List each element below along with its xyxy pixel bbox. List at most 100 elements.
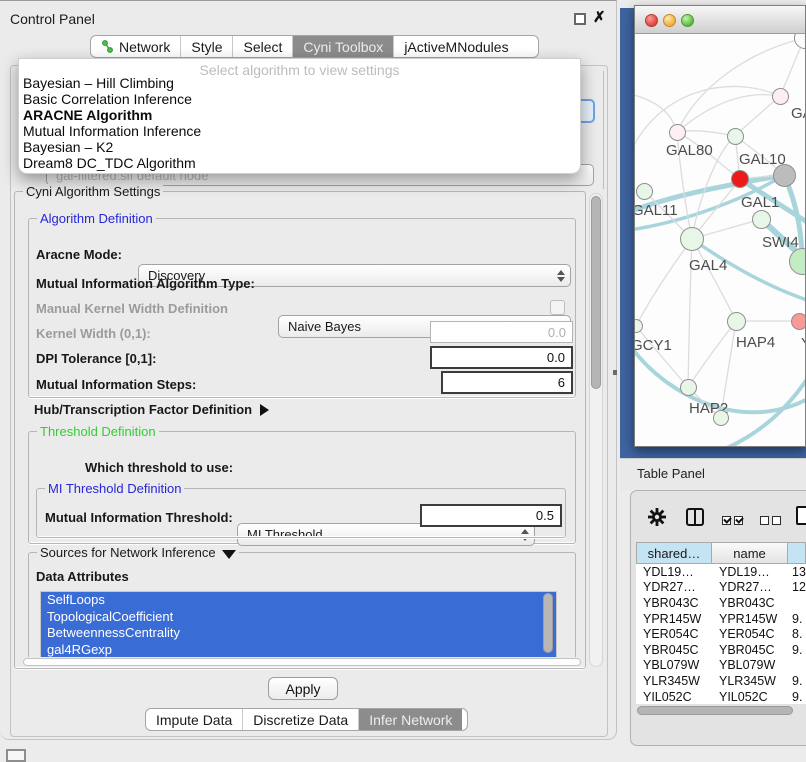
tab-select[interactable]: Select [233,36,293,57]
network-node[interactable] [727,312,746,331]
aracne-mode-label: Aracne Mode: [36,247,122,262]
tab-style[interactable]: Style [181,36,233,57]
network-window-titlebar[interactable] [635,6,805,34]
table-row[interactable]: YDL19… YDL19… 13 [636,564,806,580]
network-node[interactable] [791,313,806,330]
dropdown-item[interactable]: Dream8 DC_TDC Algorithm [19,155,580,171]
network-node[interactable] [773,164,796,187]
network-node-label: Y [801,335,805,352]
deselect-all-columns-icon[interactable] [760,512,784,530]
tab-network[interactable]: Network [91,36,181,57]
mi-steps-input[interactable]: 6 [441,371,573,394]
kernel-width-input[interactable]: 0.0 [430,321,573,343]
sources-group-toggle[interactable]: Sources for Network Inference [37,545,239,560]
cell-value: 9. [788,643,806,657]
network-node[interactable] [636,183,653,200]
network-node[interactable] [772,88,789,105]
table-header-row: shared… name [636,542,806,564]
close-window-icon[interactable]: ✗ [593,8,606,26]
attribute-item-selected[interactable]: SelfLoops [41,592,556,609]
table-row[interactable]: YBR045C YBR045C 9. [636,642,806,658]
table-row[interactable]: YLR345W YLR345W 9. [636,673,806,689]
network-view-window: GALGAL80GAL10GAL1GAL11SWI4GAL4GCY1HAP4YH… [634,5,806,447]
attribute-item-selected[interactable]: TopologicalCoefficient [41,609,556,626]
column-header-shared-name[interactable]: shared… [636,542,712,564]
dropdown-item[interactable]: Bayesian – K2 [19,139,580,155]
cell-name: YBL079W [712,658,788,672]
tab-discretize-data[interactable]: Discretize Data [243,709,359,730]
dropdown-hint: Select algorithm to view settings [19,59,580,75]
table-horizontal-scrollbar[interactable] [637,706,793,715]
network-node-label: GAL [791,105,805,122]
tab-label: Cyni Toolbox [303,39,383,55]
network-icon [101,40,114,53]
cell-value: 9. [788,690,806,704]
network-node[interactable] [680,379,697,396]
tab-label: jActiveMNodules [404,39,508,55]
minimize-traffic-light[interactable] [663,14,676,27]
cell-value: 8. [788,627,806,641]
zoom-traffic-light[interactable] [681,14,694,27]
settings-hscrollbar-thumb[interactable] [23,658,581,666]
select-all-columns-icon[interactable] [722,512,746,530]
table-row[interactable]: YBR043C YBR043C [636,595,806,611]
combo-arrows-icon [557,265,565,286]
network-node[interactable] [752,210,771,229]
mi-threshold-input[interactable]: 0.5 [420,504,562,527]
table-row[interactable]: YER054C YER054C 8. [636,626,806,642]
cell-name: YBR045C [712,643,788,657]
settings-scrollbar-thumb[interactable] [591,196,601,389]
gear-icon[interactable] [648,508,666,526]
close-traffic-light[interactable] [645,14,658,27]
network-node[interactable] [713,410,729,426]
attribute-item-selected[interactable]: BetweennessCentrality [41,625,556,642]
attribute-list-scrollbar[interactable] [543,593,553,653]
dpi-tolerance-input[interactable]: 0.0 [430,346,573,369]
cell-name: YBR043C [712,596,788,610]
dropdown-item[interactable]: Basic Correlation Inference [19,91,580,107]
mi-type-value: Naive Bayes [288,319,361,334]
manual-kernel-checkbox[interactable] [550,300,565,315]
group-title: Algorithm Definition [37,211,156,226]
cyni-bottom-tabbar: Impute Data Discretize Data Infer Networ… [145,708,468,731]
table-row[interactable]: YBL079W YBL079W [636,658,806,674]
hub-definition-toggle[interactable]: Hub/Transcription Factor Definition [34,402,269,417]
dropdown-item-selected[interactable]: ARACNE Algorithm [19,107,580,123]
float-window-icon[interactable] [574,13,586,25]
table-row[interactable]: YPR145W YPR145W 9. [636,611,806,627]
network-node[interactable] [727,128,744,145]
table-row[interactable]: YDR27… YDR27… 12 [636,580,806,596]
column-header-cut[interactable] [788,542,806,564]
new-table-icon[interactable] [796,506,806,525]
dpi-tolerance-label: DPI Tolerance [0,1]: [36,351,156,366]
cell-shared-name: YBR043C [636,596,712,610]
attribute-item-selected[interactable]: gal4RGexp [41,642,556,659]
cell-shared-name: YER054C [636,627,712,641]
cell-name: YDL19… [712,565,788,579]
tab-impute-data[interactable]: Impute Data [146,709,243,730]
mi-threshold-label: Mutual Information Threshold: [45,510,233,525]
column-header-name[interactable]: name [712,542,788,564]
tab-label: Discretize Data [253,712,348,728]
network-node[interactable] [731,170,749,188]
which-threshold-label: Which threshold to use: [85,460,233,475]
network-canvas[interactable]: GALGAL80GAL10GAL1GAL11SWI4GAL4GCY1HAP4YH… [635,34,805,446]
dropdown-item[interactable]: Mutual Information Inference [19,123,580,139]
network-node[interactable] [680,227,704,251]
network-node[interactable] [669,124,686,141]
column-panel-icon[interactable] [686,508,704,526]
apply-button[interactable]: Apply [268,677,338,700]
tab-infer-network[interactable]: Infer Network [359,709,462,730]
tab-jactivemnodules[interactable]: jActiveMNodules [394,36,518,57]
tab-cyni-toolbox[interactable]: Cyni Toolbox [293,36,394,57]
cell-shared-name: YDR27… [636,580,712,594]
cell-value: 9. [788,612,806,626]
splitpane-handle[interactable] [613,370,617,375]
minimized-panel-icon[interactable] [6,749,26,762]
data-attributes-list: SelfLoopsTopologicalCoefficientBetweenne… [40,591,557,658]
table-row[interactable]: YIL052C YIL052C 9. [636,689,806,704]
tab-label: Infer Network [369,712,452,728]
mi-steps-label: Mutual Information Steps: [36,377,196,392]
tab-label: Impute Data [156,712,232,728]
cell-shared-name: YBL079W [636,658,712,672]
